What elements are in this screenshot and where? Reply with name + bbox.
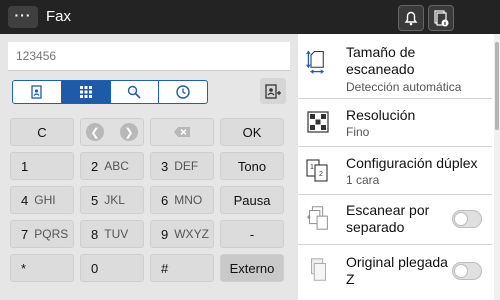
key-9[interactable]: 9 WXYZ (150, 220, 214, 248)
key-sub: ABC (104, 159, 129, 173)
destination-list-button[interactable] (260, 78, 286, 104)
tab-keypad[interactable] (61, 81, 111, 103)
setting-title: Tamaño de escaneado (346, 44, 416, 77)
notification-bell-icon[interactable] (398, 5, 424, 31)
svg-text:2: 2 (319, 171, 323, 178)
backspace-button[interactable] (150, 118, 214, 146)
tab-address-book[interactable] (13, 81, 62, 103)
tab-history[interactable] (159, 81, 207, 103)
key-main: 3 (161, 158, 169, 174)
key-main: * (21, 260, 27, 276)
cursor-right-button[interactable]: ❯ (120, 123, 138, 141)
search-icon (128, 85, 141, 99)
top-bar: ··· Fax (0, 0, 500, 34)
separate-scan-toggle[interactable] (452, 210, 482, 228)
key-main: 5 (91, 192, 99, 208)
z-fold-icon (311, 258, 326, 281)
key-8[interactable]: 8 TUV (80, 220, 144, 248)
setting-value: 1 cara (346, 173, 380, 187)
menu-button[interactable]: ··· (8, 6, 38, 28)
setting-title: Escanear por separado (346, 202, 430, 235)
clear-button[interactable]: C (10, 118, 74, 146)
key-main: 7 (21, 226, 29, 242)
key-7[interactable]: 7 PQRS (10, 220, 74, 248)
settings-scroll-thumb[interactable] (495, 42, 499, 130)
z-fold-toggle[interactable] (452, 262, 482, 280)
cursor-left-button[interactable]: ❮ (86, 123, 104, 141)
address-book-icon (31, 85, 42, 99)
key-0[interactable]: 0 (80, 254, 144, 282)
destination-input[interactable] (14, 42, 278, 70)
key-5[interactable]: 5 JKL (80, 186, 144, 214)
resolution-icon (307, 111, 329, 133)
svg-text:1: 1 (310, 164, 314, 171)
destination-input-box (8, 42, 290, 71)
key-sub: DEF (174, 159, 199, 173)
key-main: 8 (91, 226, 99, 242)
job-status-icon[interactable] (428, 5, 454, 31)
key-sub: GHI (34, 193, 56, 207)
dial-panel: C ❮ ❯ OK 1 2 ABC 3 DEF Tono 4 GHI 5 JKL 6 MNO… (0, 34, 298, 300)
pause-button[interactable]: Pausa (220, 186, 284, 214)
destination-list-icon (265, 84, 281, 99)
key-sub: WXYZ (174, 227, 209, 241)
key-main: 6 (161, 192, 169, 208)
key-main: 2 (91, 158, 99, 174)
setting-title: Resolución (346, 107, 416, 123)
hyphen-button[interactable]: - (220, 220, 284, 248)
scan-size-icon (306, 50, 325, 74)
key-main: 0 (91, 260, 99, 276)
key-main: # (161, 260, 169, 276)
key-3[interactable]: 3 DEF (150, 152, 214, 180)
key-4[interactable]: 4 GHI (10, 186, 74, 214)
settings-panel: Tamaño de escaneado Detección automática… (298, 34, 500, 300)
setting-title: Original plegada Z (346, 254, 448, 287)
backspace-icon (174, 127, 190, 137)
setting-value: Detección automática (346, 80, 462, 94)
separate-scan-icon (306, 206, 328, 230)
key-1[interactable]: 1 (10, 152, 74, 180)
setting-scan-size[interactable]: Tamaño de escaneado Detección automática (298, 34, 492, 99)
key-main: 9 (161, 226, 169, 242)
key-2[interactable]: 2 ABC (80, 152, 144, 180)
key-6[interactable]: 6 MNO (150, 186, 214, 214)
clock-icon (176, 85, 190, 99)
cursor-nav-group: ❮ ❯ (80, 118, 144, 146)
key-sub: MNO (174, 193, 203, 207)
key-main: 1 (21, 158, 29, 174)
setting-z-fold[interactable]: Original plegada Z (298, 244, 492, 300)
setting-duplex[interactable]: 12 Configuración dúplex 1 cara (298, 146, 492, 195)
key-sub: JKL (104, 193, 125, 207)
key-sub: TUV (104, 227, 129, 241)
keypad-icon (79, 86, 92, 98)
setting-value: Fino (346, 125, 370, 139)
setting-title: Configuración dúplex (346, 155, 478, 171)
setting-separate-scan[interactable]: Escanear por separado (298, 194, 492, 245)
ok-button[interactable]: OK (220, 118, 284, 146)
key-sub: PQRS (34, 227, 69, 241)
key-hash[interactable]: # (150, 254, 214, 282)
tone-button[interactable]: Tono (220, 152, 284, 180)
key-star[interactable]: * (10, 254, 74, 282)
duplex-icon: 12 (306, 159, 328, 182)
tab-search[interactable] (111, 81, 160, 103)
key-main: 4 (21, 192, 29, 208)
setting-resolution[interactable]: Resolución Fino (298, 98, 492, 147)
external-button[interactable]: Externo (220, 254, 284, 282)
app-title: Fax (46, 8, 72, 25)
input-mode-tabs (12, 80, 208, 104)
